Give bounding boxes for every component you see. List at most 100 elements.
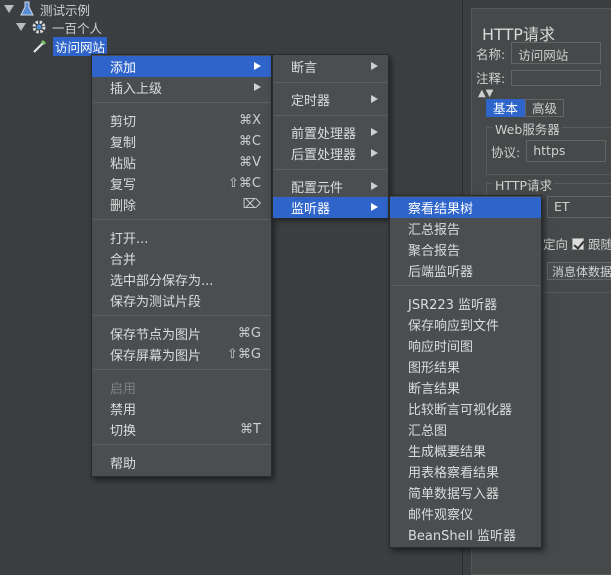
menu-separator	[93, 102, 270, 103]
menu-item-label: 切换	[110, 424, 137, 439]
menu-item-label: BeanShell 监听器	[408, 529, 516, 544]
listener-save-responses[interactable]: 保存响应到文件	[390, 314, 541, 335]
collapse-arrows-icon[interactable]: ▲▼	[478, 88, 493, 99]
submenu-item-assertions[interactable]: 断言	[273, 56, 388, 77]
listener-submenu: 察看结果树 汇总报告 聚合报告 后端监听器 JSR223 监听器 保存响应到文件…	[389, 195, 542, 548]
menu-item-label: 禁用	[110, 403, 137, 418]
method-field[interactable]: ET	[547, 196, 611, 218]
delete-key-icon: ⌦	[242, 197, 261, 212]
name-label: 名称:	[476, 46, 506, 62]
menu-separator	[93, 369, 270, 370]
menu-separator	[391, 285, 540, 286]
tree-label-sampler: 访问网站	[53, 36, 108, 56]
follow-label: 跟随	[588, 237, 611, 252]
listener-mailer-visualizer[interactable]: 邮件观察仪	[390, 503, 541, 524]
listener-assertion-results[interactable]: 断言结果	[390, 377, 541, 398]
menu-item-label: 打开...	[110, 232, 149, 247]
menu-item-merge[interactable]: 合并	[92, 248, 271, 269]
shortcut-label: ⇧⌘C	[228, 176, 261, 191]
menu-item-label: JSR223 监听器	[408, 298, 498, 313]
menu-separator	[274, 115, 387, 116]
listener-simple-data-writer[interactable]: 简单数据写入器	[390, 482, 541, 503]
tab-body-data[interactable]: 消息体数据	[547, 262, 611, 280]
tab-advanced[interactable]: 高级	[525, 99, 565, 117]
menu-separator	[274, 82, 387, 83]
menu-item-insert-parent[interactable]: 插入上级	[92, 77, 271, 98]
listener-backend-listener[interactable]: 后端监听器	[390, 260, 541, 281]
listener-generate-summary[interactable]: 生成概要结果	[390, 440, 541, 461]
listener-summary-report[interactable]: 汇总报告	[390, 218, 541, 239]
menu-item-label: 汇总图	[408, 424, 448, 439]
menu-item-label: 剪切	[110, 115, 137, 130]
submenu-item-pre-processors[interactable]: 前置处理器	[273, 122, 388, 143]
menu-item-label: 监听器	[291, 202, 331, 217]
menu-item-save-fragment[interactable]: 保存为测试片段	[92, 290, 271, 311]
menu-separator	[93, 315, 270, 316]
menu-item-add[interactable]: 添加	[92, 56, 271, 77]
menu-item-label: 帮助	[110, 457, 137, 472]
tree-node-thread-group[interactable]: 一百个人	[16, 18, 102, 36]
menu-item-duplicate[interactable]: 复写 ⇧⌘C	[92, 173, 271, 194]
config-tabs: 基本 高级	[486, 99, 565, 117]
listener-beanshell[interactable]: BeanShell 监听器	[390, 524, 541, 545]
shortcut-label: ⇧⌘G	[227, 347, 261, 362]
listener-response-time-graph[interactable]: 响应时间图	[390, 335, 541, 356]
listener-view-results-table[interactable]: 用表格察看结果	[390, 461, 541, 482]
listener-view-results-tree[interactable]: 察看结果树	[390, 197, 541, 218]
menu-item-label: 合并	[110, 253, 137, 268]
expand-triangle-icon[interactable]	[16, 23, 26, 31]
submenu-item-config-elements[interactable]: 配置元件	[273, 176, 388, 197]
listener-aggregate-graph[interactable]: 汇总图	[390, 419, 541, 440]
submenu-arrow-icon	[371, 203, 378, 211]
comment-field[interactable]	[511, 69, 602, 86]
menu-separator	[93, 444, 270, 445]
submenu-item-post-processors[interactable]: 后置处理器	[273, 143, 388, 164]
submenu-arrow-icon	[371, 128, 378, 136]
menu-item-label: 保存节点为图片	[110, 328, 202, 343]
menu-item-copy[interactable]: 复制 ⌘C	[92, 131, 271, 152]
menu-item-label: 汇总报告	[408, 223, 461, 238]
tree-node-sampler[interactable]: 访问网站	[32, 36, 108, 56]
listener-aggregate-report[interactable]: 聚合报告	[390, 239, 541, 260]
protocol-field[interactable]: https	[526, 140, 607, 162]
protocol-row: 协议: https	[491, 140, 607, 162]
menu-item-cut[interactable]: 剪切 ⌘X	[92, 110, 271, 131]
menu-item-label: 选中部分保存为...	[110, 274, 214, 289]
menu-item-delete[interactable]: 删除 ⌦	[92, 194, 271, 215]
submenu-item-listeners[interactable]: 监听器	[273, 197, 388, 218]
web-server-title: Web服务器	[493, 119, 562, 138]
menu-item-toggle[interactable]: 切换 ⌘T	[92, 419, 271, 440]
menu-item-help[interactable]: 帮助	[92, 452, 271, 473]
submenu-arrow-icon	[371, 182, 378, 190]
menu-item-open[interactable]: 打开...	[92, 227, 271, 248]
menu-item-label: 复制	[110, 136, 137, 151]
menu-item-label: 比较断言可视化器	[408, 403, 513, 418]
menu-item-label: 后置处理器	[291, 148, 357, 163]
menu-item-label: 聚合报告	[408, 244, 461, 259]
tree-node-test-plan[interactable]: 测试示例	[4, 0, 90, 18]
submenu-arrow-icon	[254, 83, 261, 91]
protocol-label: 协议:	[491, 144, 521, 160]
menu-item-save-selection[interactable]: 选中部分保存为...	[92, 269, 271, 290]
listener-comparison-visualizer[interactable]: 比较断言可视化器	[390, 398, 541, 419]
menu-item-enable: 启用	[92, 377, 271, 398]
menu-item-disable[interactable]: 禁用	[92, 398, 271, 419]
name-field[interactable]: 访问网站	[511, 42, 602, 64]
tab-basic[interactable]: 基本	[486, 99, 526, 117]
follow-redirects-checkbox[interactable]	[572, 237, 585, 250]
comment-row: 注释:	[476, 68, 602, 87]
menu-item-label: 保存屏幕为图片	[110, 349, 202, 364]
menu-item-label: 定时器	[291, 94, 331, 109]
name-row: 名称: 访问网站	[476, 42, 602, 64]
expand-triangle-icon[interactable]	[4, 5, 14, 13]
submenu-item-timers[interactable]: 定时器	[273, 89, 388, 110]
menu-item-label: 插入上级	[110, 82, 163, 97]
listener-jsr223[interactable]: JSR223 监听器	[390, 293, 541, 314]
listener-graph-results[interactable]: 图形结果	[390, 356, 541, 377]
submenu-arrow-icon	[371, 95, 378, 103]
menu-item-label: 响应时间图	[408, 340, 474, 355]
menu-item-paste[interactable]: 粘贴 ⌘V	[92, 152, 271, 173]
menu-item-save-node-image[interactable]: 保存节点为图片 ⌘G	[92, 323, 271, 344]
menu-item-save-screen-image[interactable]: 保存屏幕为图片 ⇧⌘G	[92, 344, 271, 365]
web-server-group: Web服务器 协议: https	[486, 119, 611, 175]
